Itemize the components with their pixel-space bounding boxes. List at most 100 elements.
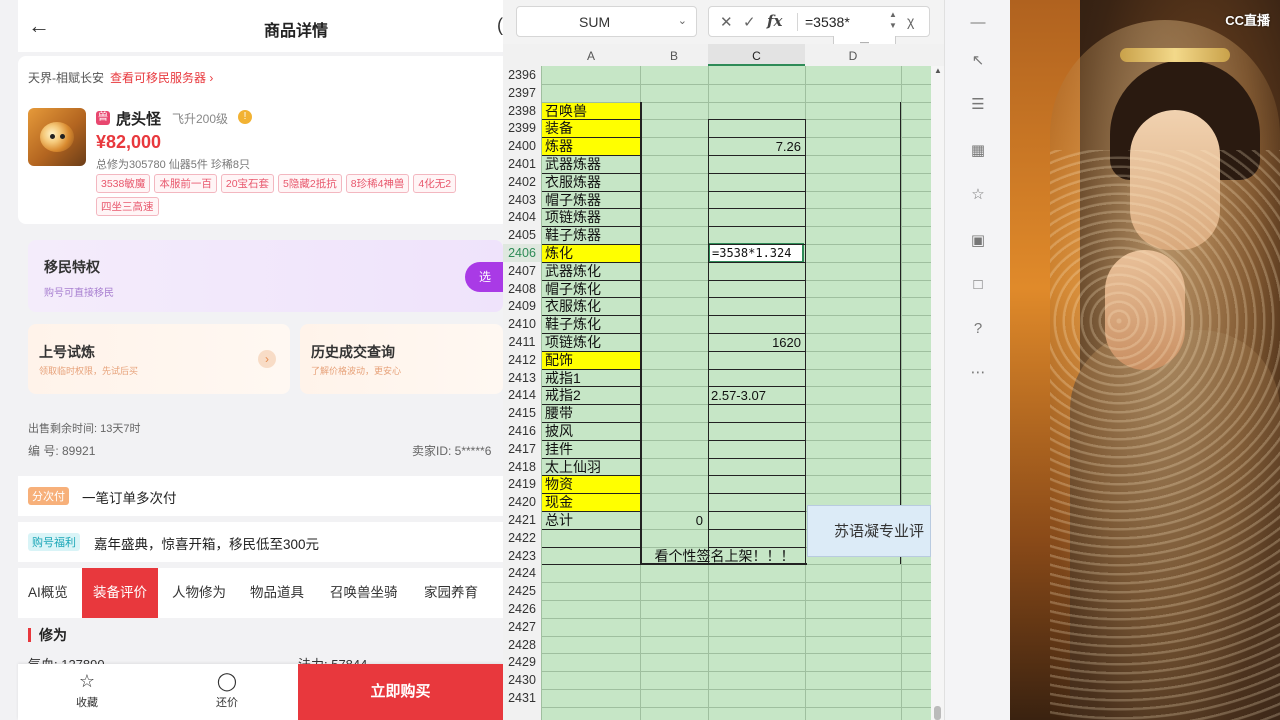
row-number[interactable]: 2425 bbox=[503, 582, 541, 600]
migrate-select-button[interactable]: 选 bbox=[465, 262, 503, 292]
benefit-row[interactable]: 购号福利 嘉年盛典，惊喜开箱，移民低至300元 bbox=[18, 522, 503, 562]
warning-icon[interactable]: ! bbox=[238, 110, 252, 124]
tab-equipment[interactable]: 装备评价 bbox=[82, 568, 158, 618]
tab-home[interactable]: 家园养育 bbox=[424, 568, 478, 618]
row-number[interactable]: 2419 bbox=[503, 475, 541, 493]
trial-card[interactable]: 上号试炼 领取临时权限，先试后买 › bbox=[28, 324, 290, 394]
pet-avatar[interactable] bbox=[28, 108, 86, 166]
cell-a[interactable]: 总计 bbox=[542, 512, 640, 529]
cell-a[interactable]: 项链炼化 bbox=[542, 334, 640, 351]
tab-pets[interactable]: 召唤兽坐骑 bbox=[330, 568, 398, 618]
spin-icon[interactable]: ▲ ▼ bbox=[889, 9, 897, 31]
cell-a[interactable]: 披风 bbox=[542, 423, 640, 440]
row-number[interactable]: 2398 bbox=[503, 102, 541, 120]
migrate-server-link[interactable]: 查看可移民服务器 › bbox=[110, 71, 213, 85]
image-icon[interactable]: ▣ bbox=[969, 232, 987, 250]
installment-row[interactable]: 分次付 一笔订单多次付 bbox=[18, 476, 503, 516]
row-number[interactable]: 2402 bbox=[503, 173, 541, 191]
minimize-icon[interactable]: — bbox=[969, 14, 987, 32]
cell-a[interactable]: 物资 bbox=[542, 476, 640, 494]
row-number[interactable]: 2418 bbox=[503, 458, 541, 476]
column-d[interactable]: D bbox=[805, 44, 901, 66]
row-number[interactable]: 2400 bbox=[503, 137, 541, 155]
row-number[interactable]: 2417 bbox=[503, 440, 541, 458]
active-cell-editor[interactable]: =3538*1.324 bbox=[708, 243, 804, 263]
cell-c[interactable]: 7.26 bbox=[708, 138, 804, 155]
cell-a[interactable]: 戒指1 bbox=[542, 370, 640, 387]
row-number[interactable]: 2414 bbox=[503, 386, 541, 404]
row-number[interactable]: 2408 bbox=[503, 280, 541, 298]
row-number[interactable]: 2399 bbox=[503, 119, 541, 137]
row-number[interactable]: 2397 bbox=[503, 84, 541, 102]
cell-c[interactable]: 2.57-3.07 bbox=[708, 387, 804, 404]
cursor-icon[interactable]: ↖ bbox=[969, 52, 987, 70]
row-number[interactable]: 2431 bbox=[503, 689, 541, 707]
formula-clear-icon[interactable]: χ bbox=[907, 13, 914, 29]
cell-a[interactable]: 衣服炼化 bbox=[542, 298, 640, 315]
row-number[interactable]: 2428 bbox=[503, 636, 541, 654]
column-a[interactable]: A bbox=[542, 44, 640, 66]
cell-a[interactable]: 挂件 bbox=[542, 441, 640, 458]
vertical-scrollbar[interactable]: ▲ bbox=[931, 66, 944, 720]
cancel-icon[interactable]: ✕ bbox=[720, 13, 733, 31]
row-number[interactable]: 2427 bbox=[503, 618, 541, 636]
tab-cultivation[interactable]: 人物修为 bbox=[172, 568, 226, 618]
table-icon[interactable]: ▦ bbox=[969, 142, 987, 160]
help-icon[interactable]: ? bbox=[969, 320, 987, 338]
cell-a[interactable]: 武器炼器 bbox=[542, 156, 640, 173]
row-number[interactable]: 2429 bbox=[503, 653, 541, 671]
cell-b[interactable]: 0 bbox=[640, 512, 706, 529]
row-number[interactable]: 2407 bbox=[503, 262, 541, 280]
cell-a[interactable]: 装备 bbox=[542, 120, 640, 138]
favorite-button[interactable]: ☆ 收藏 bbox=[52, 664, 122, 720]
row-number[interactable]: 2409 bbox=[503, 297, 541, 315]
sliders-icon[interactable]: ☰ bbox=[969, 96, 987, 114]
row-number[interactable]: 2426 bbox=[503, 600, 541, 618]
cell-a[interactable]: 炼化 bbox=[542, 245, 640, 262]
row-number[interactable]: 2404 bbox=[503, 208, 541, 226]
scroll-thumb[interactable] bbox=[934, 706, 941, 720]
row-number[interactable]: 2405 bbox=[503, 226, 541, 244]
function-icon[interactable]: fx bbox=[767, 12, 782, 30]
row-number[interactable]: 2420 bbox=[503, 493, 541, 511]
formula-text[interactable]: =3538* bbox=[805, 14, 850, 30]
row-number[interactable]: 2416 bbox=[503, 422, 541, 440]
cell-a[interactable]: 项链炼器 bbox=[542, 209, 640, 226]
arrow-left-icon[interactable]: ← bbox=[28, 14, 50, 38]
row-number[interactable]: 2406 bbox=[503, 244, 541, 262]
cell-a[interactable]: 鞋子炼器 bbox=[542, 227, 640, 244]
row-number[interactable]: 2412 bbox=[503, 351, 541, 369]
merged-note-cell[interactable]: 看个性签名上架！！！ bbox=[640, 547, 807, 565]
row-number[interactable]: 2415 bbox=[503, 404, 541, 422]
row-number[interactable]: 2411 bbox=[503, 333, 541, 351]
scroll-up-icon[interactable]: ▲ bbox=[934, 66, 942, 75]
sheet-grid[interactable]: A B C D 2396 2397 2398 2399 2400 2401 2402 2403… bbox=[503, 44, 944, 720]
migrate-privilege-card[interactable]: 移民特权 购号可直接移民 选 bbox=[28, 240, 503, 312]
cell-a[interactable]: 戒指2 bbox=[542, 387, 640, 404]
row-number[interactable]: 2430 bbox=[503, 671, 541, 689]
tab-items[interactable]: 物品道具 bbox=[250, 568, 304, 618]
bargain-button[interactable]: ◯ 还价 bbox=[192, 664, 262, 720]
name-box[interactable]: SUM ⌄ bbox=[516, 6, 697, 37]
cell-a[interactable]: 帽子炼器 bbox=[542, 192, 640, 209]
bookmark-icon[interactable]: □ bbox=[969, 276, 987, 294]
cell-a[interactable]: 召唤兽 bbox=[542, 102, 640, 120]
cell-a[interactable]: 现金 bbox=[542, 494, 640, 512]
side-note[interactable]: 苏语凝专业评 bbox=[807, 505, 931, 557]
cell-a[interactable]: 衣服炼器 bbox=[542, 174, 640, 191]
row-number[interactable]: 2410 bbox=[503, 315, 541, 333]
row-number[interactable]: 2421 bbox=[503, 511, 541, 529]
cell-a[interactable]: 武器炼化 bbox=[542, 263, 640, 280]
row-number[interactable]: 2424 bbox=[503, 564, 541, 582]
chevron-down-icon[interactable]: ⌄ bbox=[678, 14, 687, 27]
formula-input[interactable]: ✕ ✓ fx =3538* ▲ ▼ χ bbox=[708, 6, 930, 37]
star-magic-icon[interactable]: ☆ bbox=[969, 186, 987, 204]
history-card[interactable]: 历史成交查询 了解价格波动，更安心 bbox=[300, 324, 503, 394]
column-b[interactable]: B bbox=[640, 44, 708, 66]
buy-now-button[interactable]: 立即购买 bbox=[298, 664, 503, 720]
column-c[interactable]: C bbox=[708, 44, 805, 66]
more-icon[interactable]: ⋯ bbox=[969, 364, 987, 382]
cell-a[interactable]: 帽子炼化 bbox=[542, 281, 640, 298]
row-number[interactable]: 2403 bbox=[503, 191, 541, 209]
row-number[interactable]: 2423 bbox=[503, 547, 541, 565]
